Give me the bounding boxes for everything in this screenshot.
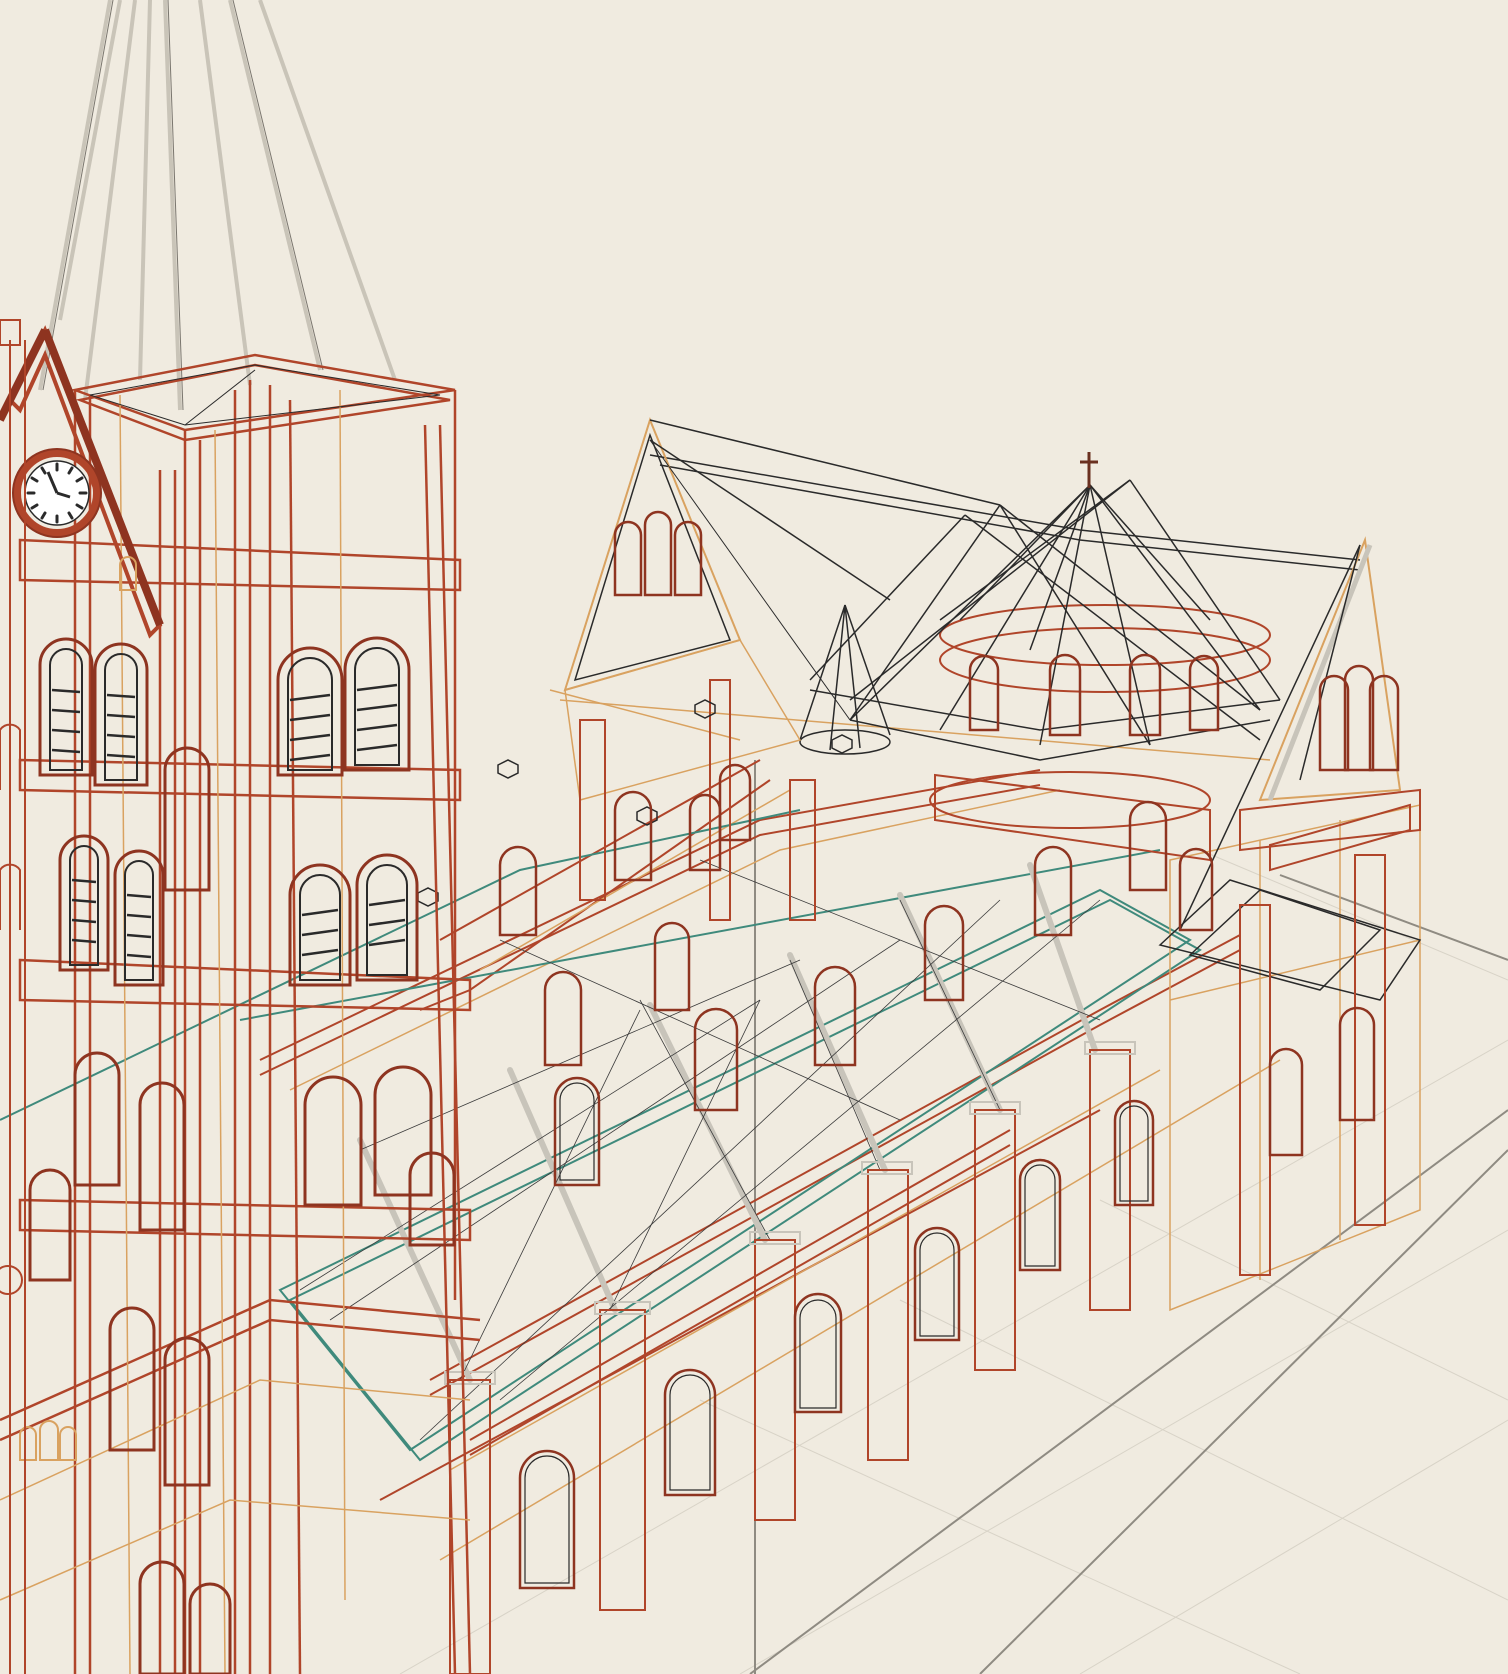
- bell-tower: [0, 353, 481, 1674]
- cross-icon: [1080, 452, 1098, 488]
- buttress-caps: [444, 1041, 1136, 1385]
- arched-windows: [498, 510, 1400, 1590]
- ornament-icons: [0, 556, 137, 1461]
- wireframe-canvas[interactable]: [0, 0, 1508, 1674]
- apse-block: [929, 604, 1422, 1312]
- clock-icon: [12, 448, 102, 538]
- nave-walls-sand: [289, 689, 1281, 1561]
- roof-bracing: [299, 859, 1101, 1441]
- spire-cables: [38, 0, 397, 411]
- 3d-viewport[interactable]: [0, 0, 1508, 1674]
- west-gable: [563, 417, 1001, 801]
- dome-roof-structure: [649, 454, 1361, 761]
- belfry-windows: [28, 636, 456, 1674]
- steel-rafters: [357, 862, 1098, 1383]
- buttresses: [449, 679, 1386, 1674]
